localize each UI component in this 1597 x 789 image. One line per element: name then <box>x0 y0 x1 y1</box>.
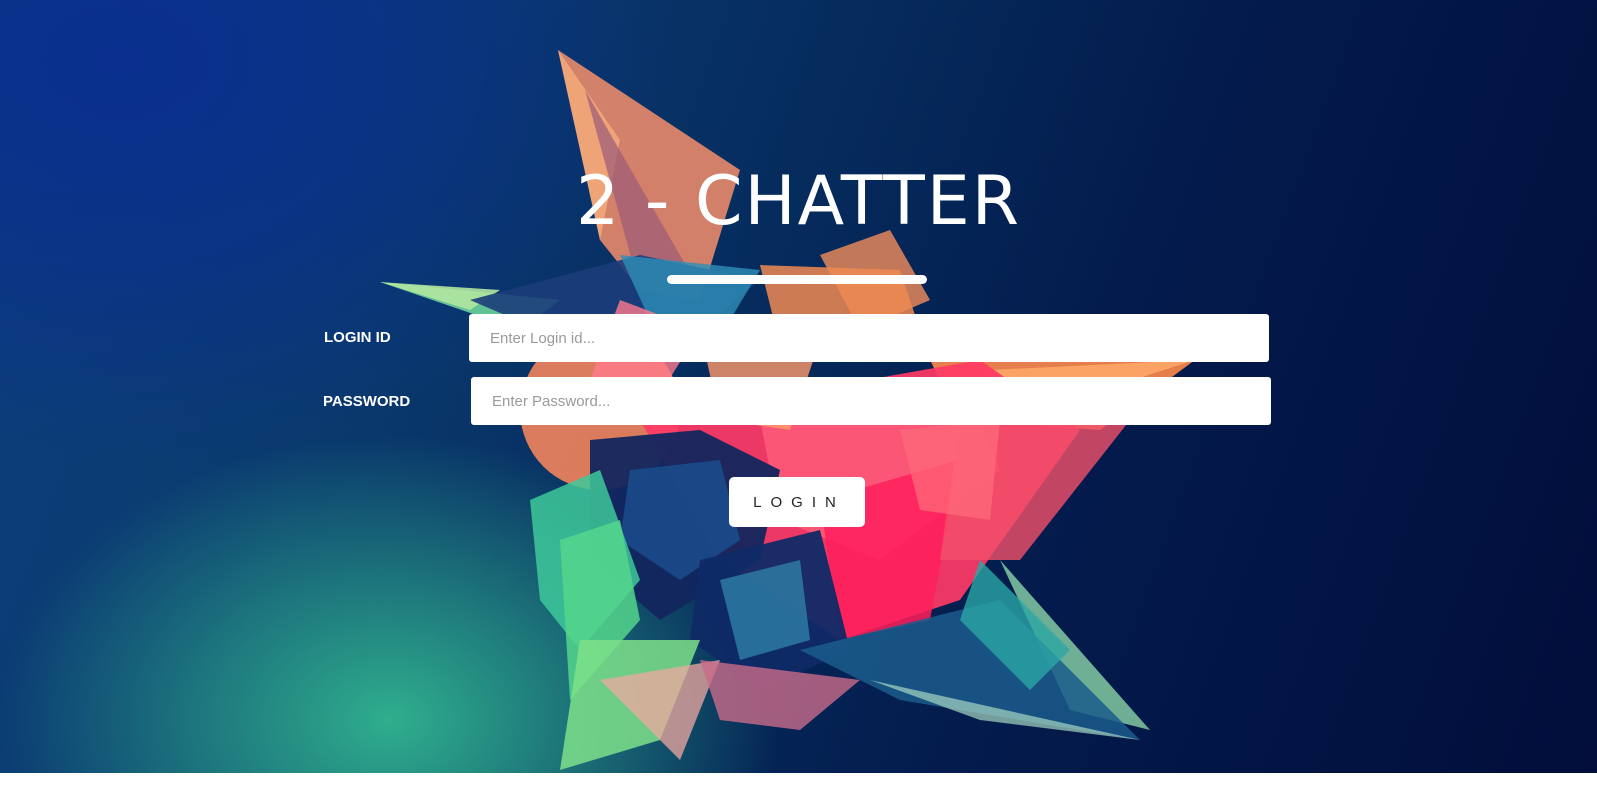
login-id-label: LOGIN ID <box>324 329 391 346</box>
app-title: 2 - CHATTER <box>576 162 1021 241</box>
bottom-strip <box>0 773 1597 789</box>
login-id-input[interactable] <box>469 314 1269 362</box>
login-button[interactable]: LOGIN <box>729 477 865 527</box>
password-label: PASSWORD <box>323 393 411 410</box>
title-underline <box>667 275 927 284</box>
login-page: 2 - CHATTER LOGIN ID PASSWORD LOGIN <box>0 0 1597 773</box>
password-input[interactable] <box>471 377 1271 425</box>
